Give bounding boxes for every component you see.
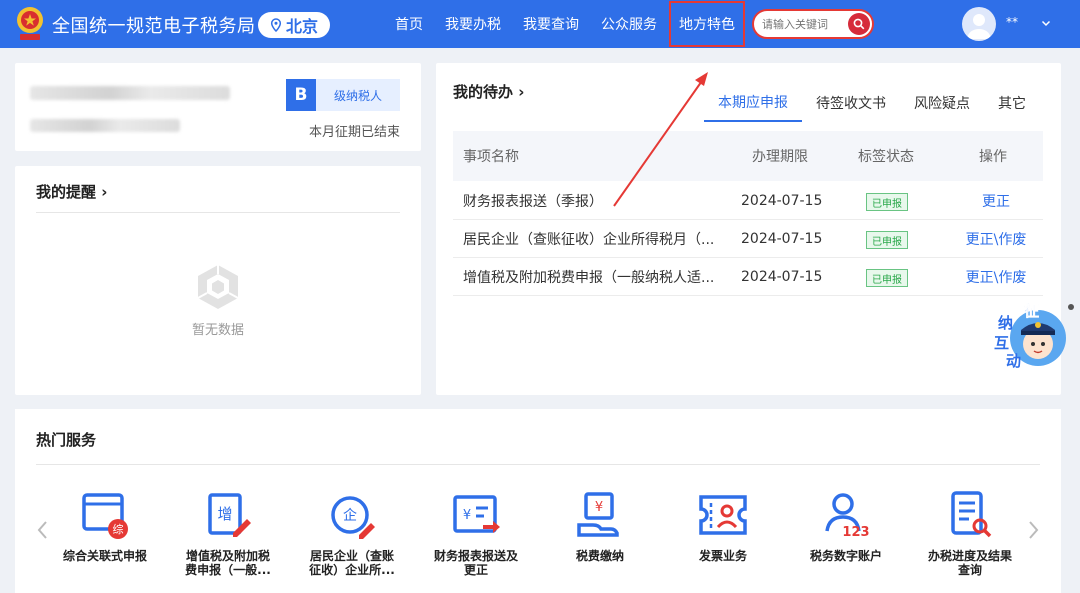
svg-text:增: 增 <box>217 505 232 523</box>
todo-title-text: 我的待办 <box>453 83 514 101</box>
nav-handle-tax[interactable]: 我要办税 <box>434 0 512 48</box>
username[interactable]: ** <box>1006 15 1018 29</box>
svg-text:¥: ¥ <box>595 500 603 515</box>
todo-tabs: 本期应申报 待签收文书 风险疑点 其它 <box>704 84 1040 124</box>
row-action-link[interactable]: 更正 <box>951 182 1041 220</box>
svg-text:企: 企 <box>343 507 357 524</box>
service-label: 税务数字账户 <box>809 549 882 563</box>
grade-label: 级纳税人 <box>333 88 382 103</box>
svg-text:综: 综 <box>113 522 124 536</box>
tab-current-period[interactable]: 本期应申报 <box>704 84 802 122</box>
mascot-widget[interactable]: 征 纳 互 动 <box>992 298 1074 372</box>
empty-text: 暂无数据 <box>191 323 244 338</box>
service-progress-query[interactable]: 办税进度及结果 查询 <box>910 489 1030 577</box>
progress-query-icon <box>951 491 992 538</box>
composite-report-icon: 综 <box>82 493 128 539</box>
service-composite-report[interactable]: 综 综合关联式申报 <box>45 489 165 577</box>
service-label: 税费缴纳 <box>575 549 624 563</box>
service-digital-account[interactable]: 123 税务数字账户 <box>786 489 906 577</box>
row-deadline: 2024-07-15 <box>741 193 823 209</box>
reminders-title[interactable]: 我的提醒 › <box>36 181 107 202</box>
period-status: 本月征期已结束 <box>308 125 400 140</box>
nav-public-service[interactable]: 公众服务 <box>590 0 668 48</box>
service-enterprise-tax[interactable]: 企 居民企业（查账 征收）企业所... <box>292 489 412 577</box>
tab-risk-points[interactable]: 风险疑点 <box>900 84 984 122</box>
svg-text:123: 123 <box>842 525 869 540</box>
row-deadline: 2024-07-15 <box>741 269 823 285</box>
financial-statement-icon: ¥ <box>453 495 500 533</box>
hot-services-divider <box>36 464 1040 465</box>
vat-report-icon: 增 <box>208 493 251 537</box>
nav-home[interactable]: 首页 <box>384 0 434 48</box>
svg-text:¥: ¥ <box>463 508 471 523</box>
col-deadline: 办理期限 <box>752 149 808 165</box>
grade-letter: B <box>286 79 316 111</box>
top-header: 全国统一规范电子税务局 北京 首页 我要办税 我要查询 公众服务 地方特色 ** <box>0 0 1080 48</box>
row-item-name: 居民企业（查账征收）企业所得税月（... <box>463 232 715 248</box>
todo-title[interactable]: 我的待办 › <box>453 81 524 102</box>
service-label: 增值税及附加税 费申报（一般... <box>185 549 271 577</box>
tab-other[interactable]: 其它 <box>984 84 1040 122</box>
row-item-name: 财务报表报送（季报） <box>463 194 603 210</box>
status-badge: 已申报 <box>866 193 908 211</box>
empty-box-icon <box>197 265 239 309</box>
service-financial-statement[interactable]: ¥ 财务报表报送及 更正 <box>416 489 536 577</box>
table-row: 增值税及附加税费申报（一般纳税人适... 2024-07-15 已申报 更正\作… <box>453 258 1043 296</box>
user-icon <box>967 14 991 39</box>
status-badge: 已申报 <box>866 231 908 249</box>
invoice-icon <box>699 495 747 535</box>
mascot-char-4: 动 <box>1006 352 1022 370</box>
table-row: 居民企业（查账征收）企业所得税月（... 2024-07-15 已申报 更正\作… <box>453 220 1043 258</box>
tab-pending-documents[interactable]: 待签收文书 <box>802 84 900 122</box>
search-icon <box>853 18 865 30</box>
site-title[interactable]: 全国统一规范电子税务局 <box>52 12 256 38</box>
enterprise-tax-icon: 企 <box>331 496 375 539</box>
region-label: 北京 <box>285 17 318 36</box>
col-action: 操作 <box>979 149 1007 165</box>
row-item-name: 增值税及附加税费申报（一般纳税人适... <box>463 270 715 286</box>
col-status: 标签状态 <box>858 149 914 165</box>
mascot-char-1: 征 <box>1024 302 1040 321</box>
service-tax-payment[interactable]: ¥ 税费缴纳 <box>540 489 660 577</box>
row-action-link[interactable]: 更正\作废 <box>951 258 1041 296</box>
reminders-title-text: 我的提醒 <box>36 183 97 201</box>
status-badge: 已申报 <box>866 269 908 287</box>
avatar[interactable] <box>962 7 996 41</box>
service-invoice[interactable]: 发票业务 <box>663 489 783 577</box>
service-label: 发票业务 <box>698 549 747 563</box>
tax-emblem-icon[interactable] <box>12 5 48 43</box>
service-label: 财务报表报送及 更正 <box>433 549 518 577</box>
redacted-tax-id <box>30 119 180 132</box>
chevron-down-icon[interactable] <box>1040 17 1052 29</box>
nav-local-features[interactable]: 地方特色 <box>668 0 746 48</box>
digital-account-icon: 123 <box>825 493 870 540</box>
hot-services-title: 热门服务 <box>36 431 97 449</box>
nav-query[interactable]: 我要查询 <box>512 0 590 48</box>
search-button[interactable] <box>848 13 870 35</box>
service-label: 居民企业（查账 征收）企业所... <box>309 549 395 577</box>
mascot-char-2: 纳 <box>998 314 1014 332</box>
search-box <box>752 9 874 39</box>
service-vat-report[interactable]: 增 增值税及附加税 费申报（一般... <box>168 489 288 577</box>
chevron-right-icon: › <box>101 183 108 201</box>
redacted-company-name <box>30 86 230 100</box>
main-nav: 首页 我要办税 我要查询 公众服务 地方特色 <box>384 0 746 48</box>
region-selector[interactable]: 北京 <box>258 12 330 38</box>
service-label: 办税进度及结果 查询 <box>927 549 1012 577</box>
row-deadline: 2024-07-15 <box>741 231 823 247</box>
search-input[interactable] <box>762 16 844 32</box>
location-pin-icon <box>270 18 282 32</box>
reminders-divider <box>36 212 400 213</box>
taxpayer-grade: B 级纳税人 <box>286 79 400 111</box>
table-row: 财务报表报送（季报） 2024-07-15 已申报 更正 <box>453 182 1043 220</box>
tax-payment-icon: ¥ <box>577 492 619 537</box>
chevron-right-icon: › <box>518 83 525 101</box>
col-item-name: 事项名称 <box>463 149 519 165</box>
row-action-link[interactable]: 更正\作废 <box>951 220 1041 258</box>
service-label: 综合关联式申报 <box>62 549 147 563</box>
todo-table-header: 事项名称 办理期限 标签状态 操作 <box>453 131 1043 181</box>
